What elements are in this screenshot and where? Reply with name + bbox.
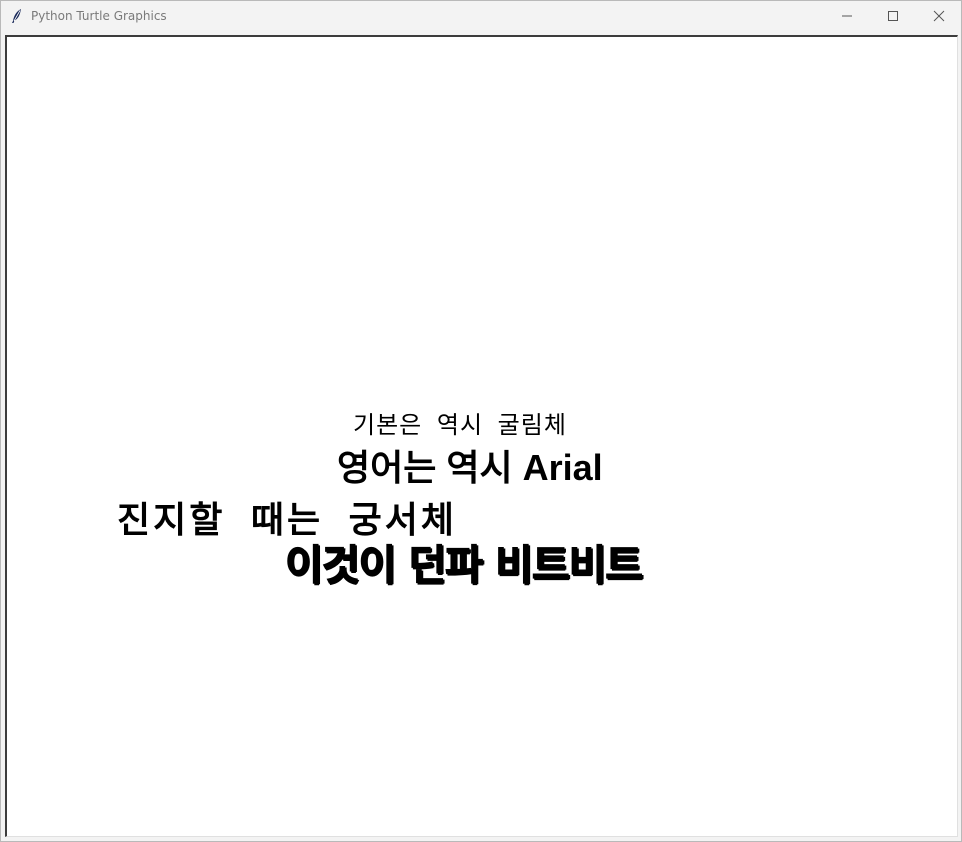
- canvas-text-gungseo: 진지할 때는 궁서체: [117, 499, 458, 541]
- window-title: Python Turtle Graphics: [31, 9, 167, 23]
- minimize-button[interactable]: [824, 1, 870, 32]
- maximize-icon: [887, 7, 899, 26]
- turtle-window: Python Turtle Graphics 기본은 역시 굴림체 영어는 역시…: [0, 0, 962, 842]
- feather-icon: [10, 8, 24, 24]
- close-button[interactable]: [916, 1, 962, 32]
- canvas-text-bitbit: 이것이 던파 비트비트: [284, 541, 643, 589]
- turtle-canvas[interactable]: 기본은 역시 굴림체 영어는 역시 Arial 진지할 때는 궁서체 이것이 던…: [7, 37, 957, 836]
- title-bar[interactable]: Python Turtle Graphics: [1, 1, 961, 33]
- minimize-icon: [841, 7, 853, 26]
- canvas-text-gulim: 기본은 역시 굴림체: [353, 411, 567, 439]
- turtle-canvas-frame: 기본은 역시 굴림체 영어는 역시 Arial 진지할 때는 궁서체 이것이 던…: [5, 35, 958, 837]
- canvas-text-arial: 영어는 역시 Arial: [337, 447, 603, 488]
- close-icon: [933, 7, 945, 26]
- maximize-button[interactable]: [870, 1, 916, 32]
